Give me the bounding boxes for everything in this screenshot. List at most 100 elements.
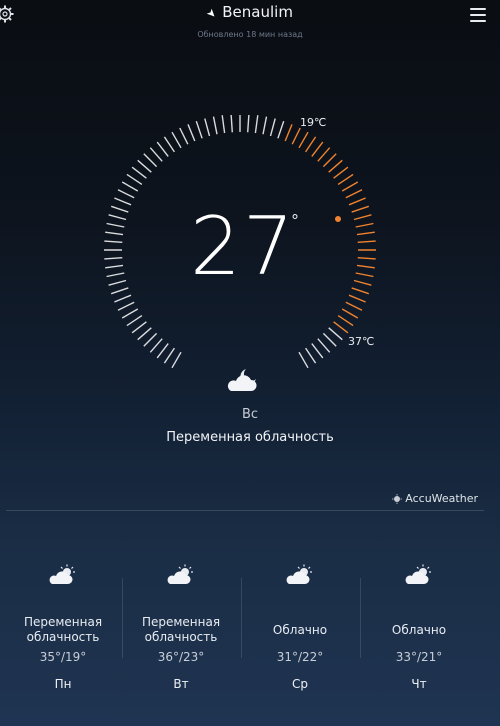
forecast-condition: Облачно xyxy=(391,622,447,637)
dial-tick xyxy=(317,147,331,162)
dial-tick xyxy=(351,205,370,213)
dial-tick xyxy=(106,222,125,228)
dial-tick xyxy=(353,214,372,221)
dial-tick xyxy=(305,347,317,364)
dial-tick xyxy=(348,294,366,303)
dial-tick xyxy=(311,343,324,359)
min-temp-label: 19℃ xyxy=(300,116,327,129)
dial-tick xyxy=(110,287,129,295)
dial-tick xyxy=(131,166,147,179)
cloud-sun-icon xyxy=(286,564,312,584)
forecast-day-3[interactable]: Облачно 31°/22° Ср xyxy=(240,562,360,702)
degree-symbol: ° xyxy=(291,211,299,230)
dial-tick xyxy=(108,214,127,221)
dial-tick xyxy=(163,347,175,364)
dial-tick xyxy=(121,308,139,319)
max-temp-label: 37℃ xyxy=(348,335,375,348)
dial-tick xyxy=(126,315,143,327)
dial-tick xyxy=(143,332,158,347)
dial-tick xyxy=(247,115,250,133)
dial-tick xyxy=(156,141,169,157)
cloud-moon-icon xyxy=(227,369,257,391)
dial-tick xyxy=(333,166,349,179)
dial-tick xyxy=(195,120,203,139)
dial-tick xyxy=(328,327,343,341)
dial-tick xyxy=(284,124,293,142)
forecast-condition: Переменная облачность xyxy=(141,615,221,644)
dial-tick xyxy=(355,272,374,278)
dial-tick xyxy=(104,240,123,243)
forecast-day-1[interactable]: Переменная облачность 35°/19° Пн xyxy=(3,562,123,702)
dial-tick xyxy=(298,131,309,149)
dial-tick xyxy=(355,222,374,228)
dial-tick xyxy=(269,118,276,137)
dial-tick xyxy=(353,279,372,286)
dial-tick xyxy=(137,159,152,173)
forecast-day: Ср xyxy=(292,677,308,691)
dial-tick xyxy=(351,287,370,295)
dial-tick xyxy=(117,189,135,199)
forecast-day-4[interactable]: Облачно 33°/21° Чт xyxy=(359,562,479,702)
current-day: Вс xyxy=(241,407,259,422)
section-divider xyxy=(6,510,484,511)
dial-tick xyxy=(254,115,259,134)
forecast-range: 31°/22° xyxy=(276,650,324,664)
accuweather-link[interactable]: AccuWeather xyxy=(392,492,478,505)
dial-tick xyxy=(114,197,132,206)
dial-tick xyxy=(149,147,163,162)
dial-tick xyxy=(262,116,268,135)
location-arrow-icon: ➤ xyxy=(203,5,220,22)
cloud-sun-icon xyxy=(49,564,75,584)
current-temperature: 27 xyxy=(190,200,296,293)
dial-tick xyxy=(171,131,182,149)
dial-tick xyxy=(337,173,354,185)
dial-tick xyxy=(149,338,163,353)
dial-tick xyxy=(317,338,331,353)
dial-tick xyxy=(356,264,375,269)
accuweather-label: AccuWeather xyxy=(405,492,478,505)
dial-tick xyxy=(108,279,127,286)
cloud-sun-icon xyxy=(167,564,193,584)
dial-tick xyxy=(348,197,366,206)
dial-tick xyxy=(117,301,135,311)
location-name: Benaulim xyxy=(222,3,293,21)
dial-tick xyxy=(311,141,324,157)
dial-tick xyxy=(114,294,132,303)
dial-tick xyxy=(333,321,349,334)
dial-tick xyxy=(230,115,233,133)
dial-tick xyxy=(221,115,226,134)
dial-tick xyxy=(357,257,376,260)
forecast-range: 35°/19° xyxy=(39,650,87,664)
forecast-day: Пн xyxy=(54,677,72,691)
dial-tick xyxy=(345,189,363,199)
dial-tick xyxy=(328,159,343,173)
dial-tick xyxy=(305,136,317,153)
hamburger-menu-icon[interactable] xyxy=(470,8,486,22)
dial-tick xyxy=(121,181,139,192)
forecast-range: 36°/23° xyxy=(157,650,205,664)
forecast-condition: Переменная облачность xyxy=(23,615,103,644)
forecast-condition: Облачно xyxy=(272,622,328,637)
forecast-day-2[interactable]: Переменная облачность 36°/23° Вт xyxy=(121,562,241,702)
dial-tick xyxy=(298,351,309,369)
forecast-day: Чт xyxy=(411,677,427,691)
dial-tick xyxy=(291,127,301,145)
dial-tick xyxy=(171,351,182,369)
dial-tick xyxy=(179,127,189,145)
dial-tick xyxy=(137,327,152,341)
dial-tick xyxy=(277,120,285,139)
forecast-day: Вт xyxy=(173,677,189,691)
dial-tick xyxy=(131,321,147,334)
forecast-range: 33°/21° xyxy=(395,650,443,664)
dial-tick xyxy=(187,124,196,142)
accuweather-sun-icon xyxy=(392,493,403,504)
dial-tick xyxy=(204,118,211,137)
dial-tick xyxy=(156,343,169,359)
current-condition: Переменная облачность xyxy=(166,430,334,445)
dial-tick xyxy=(104,257,123,260)
location-title[interactable]: ➤ Benaulim xyxy=(0,3,500,21)
dial-tick xyxy=(126,173,143,185)
dial-tick xyxy=(110,205,129,213)
dial-tick xyxy=(105,231,124,236)
dial-tick xyxy=(341,308,359,319)
